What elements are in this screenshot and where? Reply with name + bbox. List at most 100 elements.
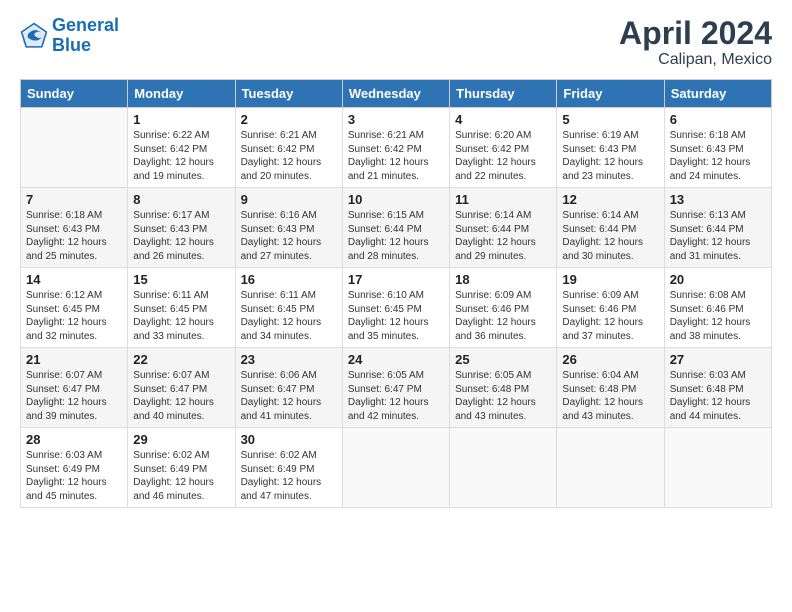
- day-info: Sunrise: 6:07 AM Sunset: 6:47 PM Dayligh…: [133, 369, 229, 423]
- day-number: 7: [26, 192, 122, 207]
- day-number: 15: [133, 272, 229, 287]
- day-number: 20: [670, 272, 766, 287]
- calendar-cell: 23 Sunrise: 6:06 AM Sunset: 6:47 PM Dayli…: [235, 348, 342, 428]
- day-info: Sunrise: 6:07 AM Sunset: 6:47 PM Dayligh…: [26, 369, 122, 423]
- calendar-cell: 18 Sunrise: 6:09 AM Sunset: 6:46 PM Dayli…: [450, 268, 557, 348]
- calendar-cell: 5Sunrise: 6:19 AM Sunset: 6:43 PM Daylig…: [557, 108, 664, 188]
- day-info: Sunrise: 6:09 AM Sunset: 6:46 PM Dayligh…: [455, 289, 551, 343]
- weekday-header: Sunday: [21, 80, 128, 108]
- weekday-header: Saturday: [664, 80, 771, 108]
- calendar-cell: 19Sunrise: 6:09 AM Sunset: 6:46 PM Dayli…: [557, 268, 664, 348]
- calendar-cell: 10Sunrise: 6:15 AM Sunset: 6:44 PM Dayli…: [342, 188, 449, 268]
- calendar-cell: 14 Sunrise: 6:12 AM Sunset: 6:45 PM Dayli…: [21, 268, 128, 348]
- page: General Blue April 2024 Calipan, Mexico …: [0, 0, 792, 612]
- day-info: Sunrise: 6:14 AM Sunset: 6:44 PM Dayligh…: [562, 209, 658, 263]
- logo-text: General Blue: [52, 16, 119, 56]
- calendar-cell: 2Sunrise: 6:21 AM Sunset: 6:42 PM Daylig…: [235, 108, 342, 188]
- day-number: 24: [348, 352, 444, 367]
- calendar-header: SundayMondayTuesdayWednesdayThursdayFrid…: [21, 80, 772, 108]
- calendar-week-row: 14 Sunrise: 6:12 AM Sunset: 6:45 PM Dayli…: [21, 268, 772, 348]
- calendar-cell: 7 Sunrise: 6:18 AM Sunset: 6:43 PM Daylig…: [21, 188, 128, 268]
- day-info: Sunrise: 6:06 AM Sunset: 6:47 PM Dayligh…: [241, 369, 337, 423]
- day-info: Sunrise: 6:03 AM Sunset: 6:48 PM Dayligh…: [670, 369, 766, 423]
- calendar-cell: 25 Sunrise: 6:05 AM Sunset: 6:48 PM Dayli…: [450, 348, 557, 428]
- weekday-header: Thursday: [450, 80, 557, 108]
- calendar-table: SundayMondayTuesdayWednesdayThursdayFrid…: [20, 79, 772, 508]
- day-number: 2: [241, 112, 337, 127]
- weekday-header: Friday: [557, 80, 664, 108]
- day-info: Sunrise: 6:21 AM Sunset: 6:42 PM Dayligh…: [348, 129, 444, 183]
- title-block: April 2024 Calipan, Mexico: [619, 16, 772, 69]
- calendar-cell: [21, 108, 128, 188]
- day-info: Sunrise: 6:12 AM Sunset: 6:45 PM Dayligh…: [26, 289, 122, 343]
- day-info: Sunrise: 6:04 AM Sunset: 6:48 PM Dayligh…: [562, 369, 658, 423]
- logo-icon: [20, 22, 48, 50]
- day-number: 10: [348, 192, 444, 207]
- day-info: Sunrise: 6:18 AM Sunset: 6:43 PM Dayligh…: [26, 209, 122, 263]
- day-number: 28: [26, 432, 122, 447]
- day-number: 23: [241, 352, 337, 367]
- calendar-cell: 17 Sunrise: 6:10 AM Sunset: 6:45 PM Dayli…: [342, 268, 449, 348]
- day-info: Sunrise: 6:20 AM Sunset: 6:42 PM Dayligh…: [455, 129, 551, 183]
- calendar-cell: 21Sunrise: 6:07 AM Sunset: 6:47 PM Dayli…: [21, 348, 128, 428]
- day-info: Sunrise: 6:19 AM Sunset: 6:43 PM Dayligh…: [562, 129, 658, 183]
- day-info: Sunrise: 6:11 AM Sunset: 6:45 PM Dayligh…: [241, 289, 337, 343]
- logo: General Blue: [20, 16, 119, 56]
- calendar-week-row: 1Sunrise: 6:22 AM Sunset: 6:42 PM Daylig…: [21, 108, 772, 188]
- day-info: Sunrise: 6:17 AM Sunset: 6:43 PM Dayligh…: [133, 209, 229, 263]
- day-number: 14: [26, 272, 122, 287]
- weekday-row: SundayMondayTuesdayWednesdayThursdayFrid…: [21, 80, 772, 108]
- calendar-cell: 16 Sunrise: 6:11 AM Sunset: 6:45 PM Dayli…: [235, 268, 342, 348]
- weekday-header: Wednesday: [342, 80, 449, 108]
- calendar-cell: 22 Sunrise: 6:07 AM Sunset: 6:47 PM Dayli…: [128, 348, 235, 428]
- day-number: 26: [562, 352, 658, 367]
- calendar-cell: 6 Sunrise: 6:18 AM Sunset: 6:43 PM Daylig…: [664, 108, 771, 188]
- weekday-header: Tuesday: [235, 80, 342, 108]
- day-info: Sunrise: 6:10 AM Sunset: 6:45 PM Dayligh…: [348, 289, 444, 343]
- day-number: 18: [455, 272, 551, 287]
- day-number: 9: [241, 192, 337, 207]
- day-info: Sunrise: 6:05 AM Sunset: 6:48 PM Dayligh…: [455, 369, 551, 423]
- page-subtitle: Calipan, Mexico: [619, 51, 772, 69]
- day-number: 12: [562, 192, 658, 207]
- day-info: Sunrise: 6:14 AM Sunset: 6:44 PM Dayligh…: [455, 209, 551, 263]
- calendar-cell: 13Sunrise: 6:13 AM Sunset: 6:44 PM Dayli…: [664, 188, 771, 268]
- calendar-cell: [557, 428, 664, 508]
- day-info: Sunrise: 6:08 AM Sunset: 6:46 PM Dayligh…: [670, 289, 766, 343]
- calendar-cell: 4 Sunrise: 6:20 AM Sunset: 6:42 PM Daylig…: [450, 108, 557, 188]
- weekday-header: Monday: [128, 80, 235, 108]
- calendar-cell: 28 Sunrise: 6:03 AM Sunset: 6:49 PM Dayli…: [21, 428, 128, 508]
- day-number: 3: [348, 112, 444, 127]
- day-number: 8: [133, 192, 229, 207]
- header: General Blue April 2024 Calipan, Mexico: [20, 16, 772, 69]
- calendar-cell: 20 Sunrise: 6:08 AM Sunset: 6:46 PM Dayli…: [664, 268, 771, 348]
- calendar-cell: 24 Sunrise: 6:05 AM Sunset: 6:47 PM Dayli…: [342, 348, 449, 428]
- day-number: 6: [670, 112, 766, 127]
- day-number: 19: [562, 272, 658, 287]
- calendar-cell: [664, 428, 771, 508]
- day-info: Sunrise: 6:18 AM Sunset: 6:43 PM Dayligh…: [670, 129, 766, 183]
- logo-blue: Blue: [52, 35, 91, 55]
- logo-general: General: [52, 15, 119, 35]
- calendar-cell: 1Sunrise: 6:22 AM Sunset: 6:42 PM Daylig…: [128, 108, 235, 188]
- calendar-cell: [450, 428, 557, 508]
- day-number: 4: [455, 112, 551, 127]
- day-info: Sunrise: 6:05 AM Sunset: 6:47 PM Dayligh…: [348, 369, 444, 423]
- calendar-cell: 11 Sunrise: 6:14 AM Sunset: 6:44 PM Dayli…: [450, 188, 557, 268]
- day-number: 16: [241, 272, 337, 287]
- calendar-week-row: 28 Sunrise: 6:03 AM Sunset: 6:49 PM Dayli…: [21, 428, 772, 508]
- calendar-cell: 9 Sunrise: 6:16 AM Sunset: 6:43 PM Daylig…: [235, 188, 342, 268]
- day-info: Sunrise: 6:03 AM Sunset: 6:49 PM Dayligh…: [26, 449, 122, 503]
- day-info: Sunrise: 6:13 AM Sunset: 6:44 PM Dayligh…: [670, 209, 766, 263]
- day-info: Sunrise: 6:02 AM Sunset: 6:49 PM Dayligh…: [241, 449, 337, 503]
- day-info: Sunrise: 6:16 AM Sunset: 6:43 PM Dayligh…: [241, 209, 337, 263]
- calendar-cell: 15 Sunrise: 6:11 AM Sunset: 6:45 PM Dayli…: [128, 268, 235, 348]
- day-info: Sunrise: 6:02 AM Sunset: 6:49 PM Dayligh…: [133, 449, 229, 503]
- day-number: 11: [455, 192, 551, 207]
- day-info: Sunrise: 6:11 AM Sunset: 6:45 PM Dayligh…: [133, 289, 229, 343]
- day-number: 17: [348, 272, 444, 287]
- day-number: 25: [455, 352, 551, 367]
- calendar-cell: 3 Sunrise: 6:21 AM Sunset: 6:42 PM Daylig…: [342, 108, 449, 188]
- calendar-cell: 12 Sunrise: 6:14 AM Sunset: 6:44 PM Dayli…: [557, 188, 664, 268]
- day-number: 22: [133, 352, 229, 367]
